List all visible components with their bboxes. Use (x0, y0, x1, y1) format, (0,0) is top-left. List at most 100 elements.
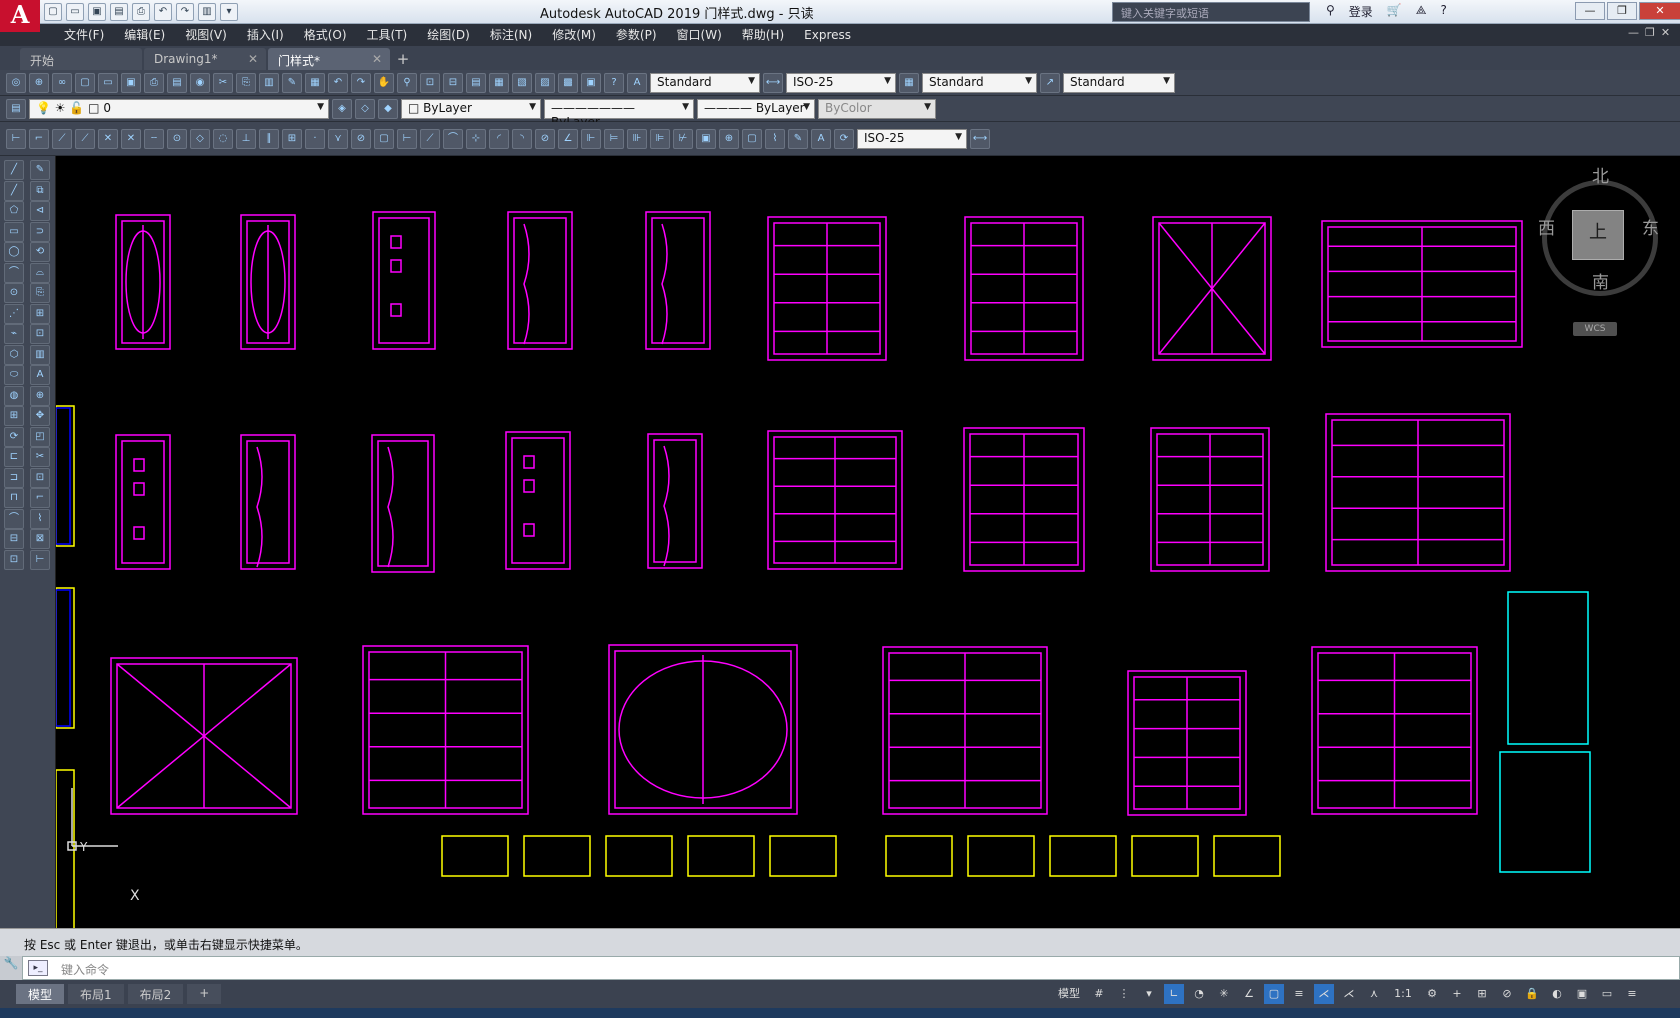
continue-dim-icon[interactable]: ⊪ (627, 128, 647, 149)
undo-icon[interactable]: ↶ (154, 3, 172, 21)
ucs-world-icon[interactable]: ⌐ (29, 128, 49, 149)
draw-tool-icon[interactable]: ⊓ (4, 488, 24, 508)
draw-tool-icon[interactable]: ⊕ (30, 385, 50, 406)
copy-icon[interactable]: ⎘ (236, 72, 256, 93)
draw-tool-icon[interactable]: ╱ (4, 180, 24, 201)
menu-draw[interactable]: 绘图(D) (417, 24, 480, 46)
angular-dim-icon[interactable]: ∠ (558, 128, 578, 149)
quick-dim-icon[interactable]: ⊩ (581, 128, 601, 149)
tab-layout2[interactable]: 布局2 (127, 984, 184, 1004)
draw-tool-icon[interactable]: ⊞ (30, 303, 50, 324)
dim-space-icon[interactable]: ⊫ (650, 128, 670, 149)
draw-tool-icon[interactable]: ▭ (4, 221, 24, 242)
viewcube-top-face[interactable]: 上 (1572, 210, 1624, 260)
menu-format[interactable]: 格式(O) (294, 24, 357, 46)
layer-select[interactable]: 💡 ☀ 🔓 □ 0 (29, 98, 329, 119)
draw-tool-icon[interactable]: ⌓ (30, 262, 50, 283)
snap-none-icon[interactable]: ⊘ (351, 128, 371, 149)
text-style-select[interactable]: Standard (650, 72, 760, 93)
print-icon[interactable]: ⎙ (132, 3, 150, 21)
pan-icon[interactable]: ✋ (374, 72, 394, 93)
model-space-button[interactable]: 模型 (1054, 984, 1084, 1004)
calculator-icon[interactable]: ▣ (581, 72, 601, 93)
color-select[interactable]: □ ByLayer (401, 98, 541, 119)
auto-scale-icon[interactable]: ⋌ (1339, 984, 1359, 1004)
menu-parametric[interactable]: 参数(P) (606, 24, 667, 46)
draw-tool-icon[interactable]: ⟳ (4, 426, 24, 447)
redo-icon[interactable]: ↷ (351, 72, 371, 93)
dim-style-select-2[interactable]: ISO-25 (857, 128, 967, 149)
annotation-scale-value[interactable]: 1:1 (1389, 984, 1417, 1004)
draw-tool-icon[interactable]: ⊡ (4, 549, 24, 570)
table-style-icon[interactable]: ▦ (899, 72, 919, 93)
menu-view[interactable]: 视图(V) (175, 24, 237, 46)
new-tab-button[interactable]: + (392, 50, 414, 70)
cart-icon[interactable]: 🛒 (1387, 3, 1402, 20)
draw-tool-icon[interactable]: ⌁ (4, 324, 24, 344)
osnap-icon[interactable]: ▢ (1264, 984, 1284, 1004)
dim-style-select[interactable]: ISO-25 (786, 72, 896, 93)
draw-tool-icon[interactable]: ⎘ (30, 283, 50, 303)
snap-icon[interactable]: ⋮ (1114, 984, 1134, 1004)
dim-style-icon[interactable]: ⟷ (763, 72, 783, 93)
free-orbit-icon[interactable]: ⊕ (29, 72, 49, 93)
tolerance-icon[interactable]: ▣ (696, 128, 716, 149)
dropdown-icon[interactable]: ▾ (1139, 984, 1159, 1004)
draw-tool-icon[interactable]: ⊃ (30, 221, 50, 242)
minimize-button[interactable]: — (1575, 2, 1605, 20)
link-icon[interactable]: ∞ (52, 72, 72, 93)
polar-icon[interactable]: ◔ (1189, 984, 1209, 1004)
undo-icon[interactable]: ↶ (328, 72, 348, 93)
snap-midpoint-icon[interactable]: ⟋ (75, 128, 95, 149)
publish-icon[interactable]: ◉ (190, 72, 210, 93)
snap-parallel-icon[interactable]: ∥ (259, 128, 279, 149)
draw-tool-icon[interactable]: ⊡ (30, 467, 50, 488)
help-icon[interactable]: ? (1440, 3, 1446, 20)
draw-tool-icon[interactable]: ⟲ (30, 242, 50, 262)
draw-tool-icon[interactable]: ✥ (30, 406, 50, 426)
osnap-tracking-icon[interactable]: ∠ (1239, 984, 1259, 1004)
diameter-dim-icon[interactable]: ⊘ (535, 128, 555, 149)
login-button[interactable]: 登录 (1349, 3, 1373, 20)
draw-tool-icon[interactable]: ╱ (4, 160, 24, 180)
isolate-icon[interactable]: ◐ (1547, 984, 1567, 1004)
draw-tool-icon[interactable]: ⊡ (30, 324, 50, 344)
draw-tool-icon[interactable]: ⊢ (30, 549, 50, 570)
open-file-icon[interactable]: ▭ (66, 3, 84, 21)
mleader-style-select[interactable]: Standard (1063, 72, 1175, 93)
draw-tool-icon[interactable]: ⊠ (30, 529, 50, 549)
markup-icon[interactable]: ▩ (558, 72, 578, 93)
autocad-logo[interactable]: A (0, 0, 40, 32)
tab-start[interactable]: 开始 (20, 48, 142, 70)
snap-tangent-icon[interactable]: ◌ (213, 128, 233, 149)
tab-drawing1[interactable]: Drawing1* ✕ (144, 48, 266, 70)
snap-intersection-icon[interactable]: ✕ (98, 128, 118, 149)
annotation-visibility-icon[interactable]: ⋌ (1314, 984, 1334, 1004)
tab-model[interactable]: 模型 (16, 984, 65, 1004)
draw-tool-icon[interactable]: ◰ (30, 426, 50, 447)
draw-tool-icon[interactable]: ⬠ (4, 201, 24, 221)
mleader-style-icon[interactable]: ↗ (1040, 72, 1060, 93)
design-center-icon[interactable]: ▦ (489, 72, 509, 93)
tab-layout1[interactable]: 布局1 (68, 984, 124, 1004)
lineweight-select[interactable]: ———— ByLayer (697, 98, 815, 119)
draw-tool-icon[interactable]: ⊲ (30, 201, 50, 221)
dim-update-icon[interactable]: ⟳ (834, 128, 854, 149)
open-icon[interactable]: ▭ (98, 72, 118, 93)
text-style-icon[interactable]: A (627, 72, 647, 93)
layer-properties-icon[interactable]: ▤ (6, 98, 26, 119)
menu-dimension[interactable]: 标注(N) (480, 24, 542, 46)
draw-tool-icon[interactable]: ◍ (4, 385, 24, 406)
restore-button[interactable]: ❐ (1607, 2, 1637, 20)
menu-tools[interactable]: 工具(T) (357, 24, 418, 46)
layer-match-icon[interactable]: ◆ (378, 98, 398, 119)
binoculars-icon[interactable]: ⚲ (1326, 3, 1335, 20)
draw-tool-icon[interactable]: A (30, 365, 50, 385)
annotation-scale-icon[interactable]: ⋏ (1364, 984, 1384, 1004)
a360-icon[interactable]: ⟁ (1416, 3, 1427, 20)
osnap-settings-icon[interactable]: ▢ (374, 128, 394, 149)
draw-tool-icon[interactable]: ◯ (4, 242, 24, 262)
draw-tool-icon[interactable]: ⌒ (4, 508, 24, 529)
block-editor-icon[interactable]: ▦ (305, 72, 325, 93)
drawing-canvas[interactable] (56, 156, 1680, 928)
